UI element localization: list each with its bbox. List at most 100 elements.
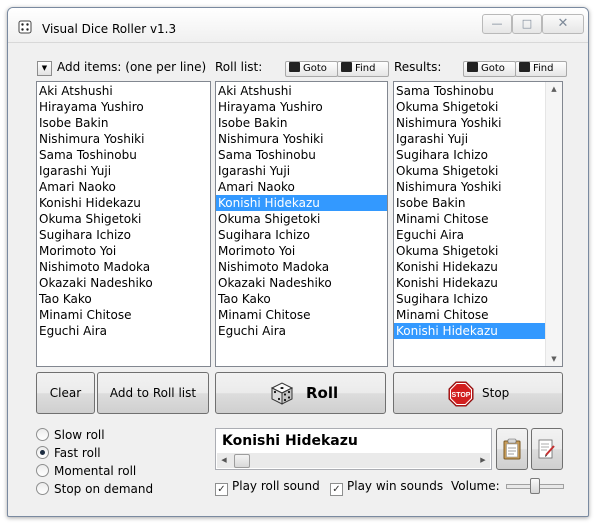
list-item[interactable]: Okuma Shigetoki (394, 99, 562, 115)
radio-dot-icon (36, 446, 49, 459)
window-title: Visual Dice Roller v1.3 (42, 22, 177, 36)
list-item[interactable]: Sama Toshinobu (37, 147, 210, 163)
list-item[interactable]: Sugihara Ichizo (37, 227, 210, 243)
roll-mode-label: Slow roll (54, 428, 105, 442)
minimize-button[interactable]: — (482, 14, 512, 34)
scroll-right-icon[interactable]: ▶ (476, 453, 490, 468)
list-item[interactable]: Nishimura Yoshiki (394, 115, 562, 131)
goto-label: Goto (481, 63, 505, 74)
add-to-roll-label: Add to Roll list (109, 386, 197, 400)
list-item[interactable]: Okazaki Nadeshiko (37, 275, 210, 291)
list-item[interactable]: Amari Naoko (37, 179, 210, 195)
list-item[interactable]: Isobe Bakin (216, 115, 387, 131)
maximize-icon: □ (521, 17, 533, 30)
list-item[interactable]: Minami Chitose (37, 307, 210, 323)
result-hscrollbar[interactable]: ◀ ▶ (217, 453, 490, 468)
list-item[interactable]: Konishi Hidekazu (394, 323, 562, 339)
list-item[interactable]: Okazaki Nadeshiko (216, 275, 387, 291)
list-item[interactable]: Konishi Hidekazu (37, 195, 210, 211)
stop-sign-icon: STOP (448, 381, 474, 407)
scroll-down-icon[interactable]: ▼ (546, 352, 562, 366)
roll-list-box[interactable]: Aki Atshushi Hirayama Yushiro Isobe Bakin N… (215, 81, 388, 367)
list-item[interactable]: Eguchi Aira (394, 227, 562, 243)
list-item[interactable]: Eguchi Aira (37, 323, 210, 339)
results-goto-button[interactable]: Goto (463, 61, 516, 77)
list-item[interactable]: Morimoto Yoi (37, 243, 210, 259)
list-item[interactable]: Nishimura Yoshiki (216, 131, 387, 147)
list-item[interactable]: Tao Kako (37, 291, 210, 307)
list-item[interactable]: Eguchi Aira (216, 323, 387, 339)
dice-icon (270, 382, 294, 405)
roll-mode-radio[interactable]: Stop on demand (36, 481, 153, 497)
clipboard-icon (503, 438, 521, 460)
results-scrollbar[interactable]: ▲ ▼ (545, 82, 562, 366)
list-item[interactable]: Isobe Bakin (394, 195, 562, 211)
clear-label: Clear (49, 386, 82, 400)
list-item[interactable]: Aki Atshushi (37, 83, 210, 99)
list-item[interactable]: Konishi Hidekazu (394, 275, 562, 291)
list-item[interactable]: Nishimoto Madoka (37, 259, 210, 275)
play-win-sounds-checkbox[interactable]: ✓ Play win sounds (330, 478, 443, 496)
list-item[interactable]: Minami Chitose (394, 211, 562, 227)
list-item[interactable]: Igarashi Yuji (216, 163, 387, 179)
checkmark-icon: ✓ (215, 483, 228, 496)
roll-mode-radio[interactable]: Fast roll (36, 445, 101, 461)
list-item[interactable]: Konishi Hidekazu (394, 259, 562, 275)
scroll-up-icon[interactable]: ▲ (546, 82, 562, 96)
list-item[interactable]: Sugihara Ichizo (216, 227, 387, 243)
minimize-icon: — (491, 17, 503, 30)
current-result-panel: Konishi Hidekazu ◀ ▶ (215, 428, 492, 470)
roll-list-find-button[interactable]: Find (337, 61, 389, 77)
clear-button[interactable]: Clear (36, 372, 95, 414)
list-item[interactable]: Amari Naoko (216, 179, 387, 195)
stop-button[interactable]: STOP Stop (393, 372, 563, 414)
dice-app-icon (18, 20, 32, 34)
list-item[interactable]: Hirayama Yushiro (216, 99, 387, 115)
edit-notes-button[interactable] (531, 428, 563, 470)
list-item[interactable]: Okuma Shigetoki (37, 211, 210, 227)
radio-dot-icon (36, 464, 49, 477)
list-item[interactable]: Tao Kako (216, 291, 387, 307)
list-item[interactable]: Hirayama Yushiro (37, 99, 210, 115)
results-label: Results: (394, 60, 442, 74)
list-item[interactable]: Sama Toshinobu (216, 147, 387, 163)
roll-button[interactable]: Roll (215, 372, 386, 414)
list-item[interactable]: Nishimura Yoshiki (37, 131, 210, 147)
scroll-left-icon[interactable]: ◀ (217, 453, 231, 468)
chevron-down-icon: ▼ (41, 64, 48, 72)
radio-dot-icon (36, 482, 49, 495)
find-label: Find (533, 63, 554, 74)
list-item[interactable]: Okuma Shigetoki (216, 211, 387, 227)
list-item[interactable]: Igarashi Yuji (37, 163, 210, 179)
list-item[interactable]: Minami Chitose (216, 307, 387, 323)
roll-mode-radio[interactable]: Momental roll (36, 463, 136, 479)
list-item[interactable]: Isobe Bakin (37, 115, 210, 131)
list-item[interactable]: Aki Atshushi (216, 83, 387, 99)
roll-list-goto-button[interactable]: Goto (285, 61, 338, 77)
roll-mode-radio[interactable]: Slow roll (36, 427, 105, 443)
results-find-button[interactable]: Find (515, 61, 567, 77)
play-roll-sound-checkbox[interactable]: ✓ Play roll sound (215, 478, 320, 496)
list-item[interactable]: Morimoto Yoi (216, 243, 387, 259)
list-item[interactable]: Okuma Shigetoki (394, 163, 562, 179)
list-item[interactable]: Konishi Hidekazu (216, 195, 387, 211)
list-item[interactable]: Sugihara Ichizo (394, 291, 562, 307)
list-item[interactable]: Sama Toshinobu (394, 83, 562, 99)
volume-slider-thumb[interactable] (530, 478, 540, 494)
add-items-textbox[interactable]: Aki Atshushi Hirayama Yushiro Isobe Bakin N… (36, 81, 211, 367)
maximize-button[interactable]: □ (512, 14, 542, 34)
roll-mode-label: Stop on demand (54, 482, 154, 496)
list-item[interactable]: Okuma Shigetoki (394, 243, 562, 259)
list-item[interactable]: Nishimura Yoshiki (394, 179, 562, 195)
scroll-thumb[interactable] (234, 454, 250, 468)
title-bar[interactable]: Visual Dice Roller v1.3 — □ ✕ (8, 8, 588, 43)
add-to-roll-list-button[interactable]: Add to Roll list (97, 372, 209, 414)
list-item[interactable]: Minami Chitose (394, 307, 562, 323)
list-item[interactable]: Nishimoto Madoka (216, 259, 387, 275)
copy-clipboard-button[interactable] (496, 428, 528, 470)
add-items-dropdown-button[interactable]: ▼ (37, 61, 52, 76)
results-list-box[interactable]: Sama Toshinobu Okuma Shigetoki Nishimura Y… (393, 81, 563, 367)
close-button[interactable]: ✕ (542, 14, 584, 34)
list-item[interactable]: Sugihara Ichizo (394, 147, 562, 163)
list-item[interactable]: Igarashi Yuji (394, 131, 562, 147)
